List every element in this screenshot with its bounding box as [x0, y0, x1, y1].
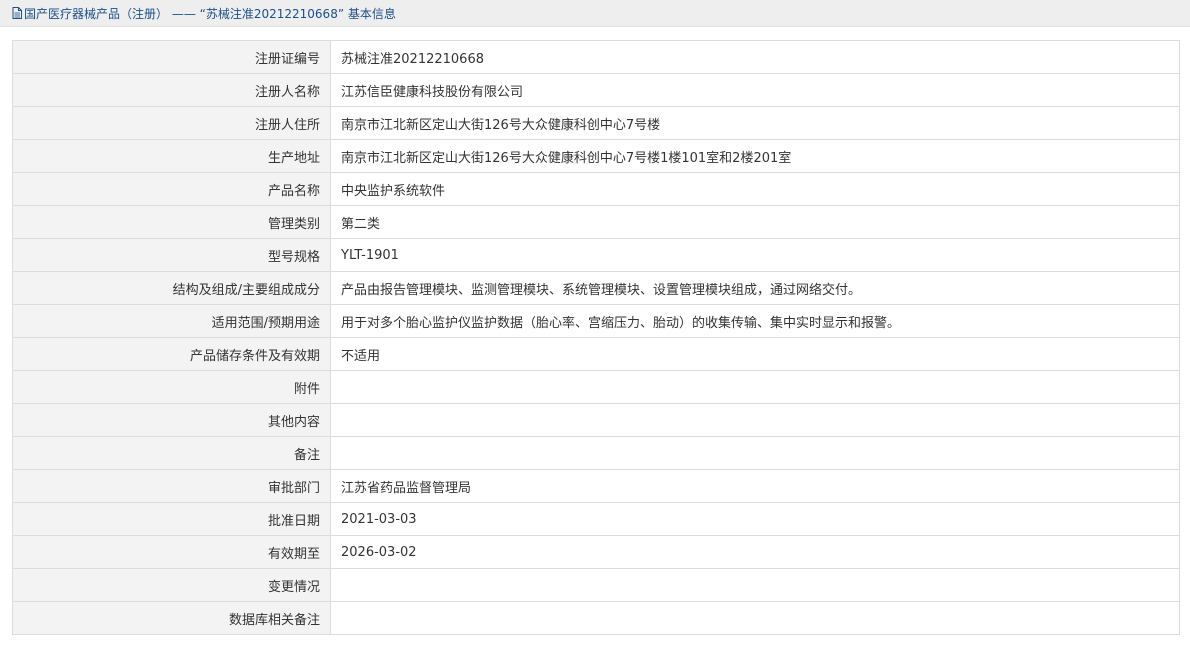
field-value: [330, 403, 1180, 437]
field-value: 产品由报告管理模块、监测管理模块、系统管理模块、设置管理模块组成，通过网络交付。: [330, 271, 1180, 305]
field-label: 适用范围/预期用途: [12, 304, 331, 338]
field-value: [330, 370, 1180, 404]
field-value: 苏械注准20212210668: [330, 40, 1180, 74]
document-icon: [12, 7, 22, 19]
field-value: 2021-03-03: [330, 502, 1180, 536]
field-label: 变更情况: [12, 568, 331, 602]
table-row: 适用范围/预期用途 用于对多个胎心监护仪监护数据（胎心率、宫缩压力、胎动）的收集传…: [12, 304, 1180, 338]
table-row: 注册证编号 苏械注准20212210668: [12, 40, 1180, 74]
field-label: 结构及组成/主要组成成分: [12, 271, 331, 305]
table-row: 数据库相关备注: [12, 601, 1180, 635]
field-label: 批准日期: [12, 502, 331, 536]
field-label: 产品名称: [12, 172, 331, 206]
field-value: 南京市江北新区定山大街126号大众健康科创中心7号楼1楼101室和2楼201室: [330, 139, 1180, 173]
field-label: 型号规格: [12, 238, 331, 272]
field-value: 南京市江北新区定山大街126号大众健康科创中心7号楼: [330, 106, 1180, 140]
field-label: 数据库相关备注: [12, 601, 331, 635]
field-label: 审批部门: [12, 469, 331, 503]
field-label: 管理类别: [12, 205, 331, 239]
field-label: 注册人住所: [12, 106, 331, 140]
field-label: 有效期至: [12, 535, 331, 569]
field-label: 附件: [12, 370, 331, 404]
detail-table-body: 注册证编号 苏械注准20212210668 注册人名称 江苏信臣健康科技股份有限公司注…: [12, 40, 1180, 635]
table-row: 审批部门 江苏省药品监督管理局: [12, 469, 1180, 503]
field-value: 江苏信臣健康科技股份有限公司: [330, 73, 1180, 107]
table-row: 注册人名称 江苏信臣健康科技股份有限公司: [12, 73, 1180, 107]
field-value: 中央监护系统软件: [330, 172, 1180, 206]
table-row: 产品名称 中央监护系统软件: [12, 172, 1180, 206]
table-row: 批准日期 2021-03-03: [12, 502, 1180, 536]
table-row: 管理类别 第二类: [12, 205, 1180, 239]
breadcrumb: 国产医疗器械产品（注册） —— “苏械注准20212210668” 基本信息: [0, 0, 1190, 27]
field-label: 注册证编号: [12, 40, 331, 74]
field-value: YLT-1901: [330, 238, 1180, 272]
table-row: 生产地址 南京市江北新区定山大街126号大众健康科创中心7号楼1楼101室和2楼2…: [12, 139, 1180, 173]
table-row: 型号规格 YLT-1901: [12, 238, 1180, 272]
field-label: 备注: [12, 436, 331, 470]
table-row: 其他内容: [12, 403, 1180, 437]
field-value: 江苏省药品监督管理局: [330, 469, 1180, 503]
table-row: 产品储存条件及有效期 不适用: [12, 337, 1180, 371]
field-label: 其他内容: [12, 403, 331, 437]
field-value: 第二类: [330, 205, 1180, 239]
field-value: [330, 436, 1180, 470]
field-value: [330, 568, 1180, 602]
field-value: 不适用: [330, 337, 1180, 371]
field-value: [330, 601, 1180, 635]
field-label: 产品储存条件及有效期: [12, 337, 331, 371]
table-row: 备注: [12, 436, 1180, 470]
field-label: 注册人名称: [12, 73, 331, 107]
table-row: 变更情况: [12, 568, 1180, 602]
field-label: 生产地址: [12, 139, 331, 173]
table-row: 注册人住所 南京市江北新区定山大街126号大众健康科创中心7号楼: [12, 106, 1180, 140]
table-row: 附件: [12, 370, 1180, 404]
table-row: 结构及组成/主要组成成分 产品由报告管理模块、监测管理模块、系统管理模块、设置管理…: [12, 271, 1180, 305]
breadcrumb-text: 国产医疗器械产品（注册） —— “苏械注准20212210668” 基本信息: [24, 6, 396, 21]
field-value: 2026-03-02: [330, 535, 1180, 569]
detail-table: 注册证编号 苏械注准20212210668 注册人名称 江苏信臣健康科技股份有限公司注…: [12, 40, 1180, 635]
field-value: 用于对多个胎心监护仪监护数据（胎心率、宫缩压力、胎动）的收集传输、集中实时显示和…: [330, 304, 1180, 338]
table-row: 有效期至 2026-03-02: [12, 535, 1180, 569]
